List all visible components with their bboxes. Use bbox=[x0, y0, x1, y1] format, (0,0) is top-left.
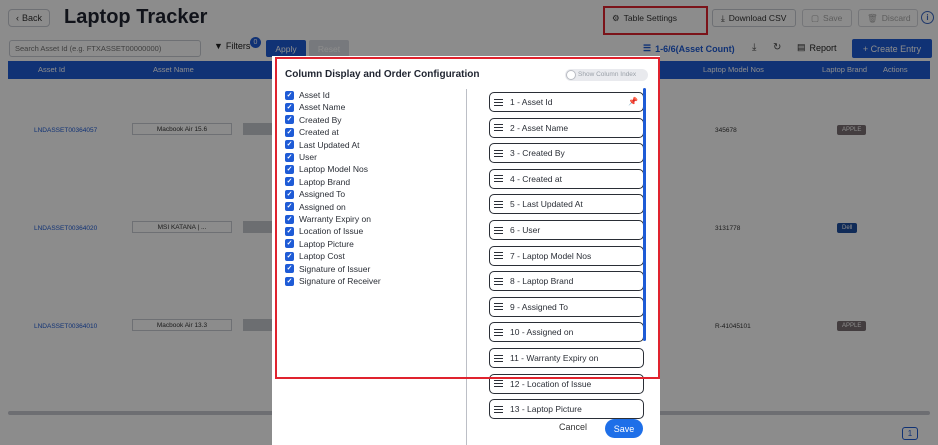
column-order-label: 12 - Location of Issue bbox=[510, 378, 592, 389]
column-order-item[interactable]: 8 - Laptop Brand bbox=[489, 271, 644, 292]
column-checkbox-item[interactable]: ✓ Signature of Receiver bbox=[285, 275, 381, 287]
column-checkbox-item[interactable]: ✓ User bbox=[285, 151, 317, 163]
column-order-item[interactable]: 13 - Laptop Picture bbox=[489, 399, 644, 420]
column-config-modal: Column Display and Order Configuration S… bbox=[272, 56, 660, 445]
column-checkbox-item[interactable]: ✓ Created By bbox=[285, 114, 342, 126]
column-order-label: 10 - Assigned on bbox=[510, 327, 574, 338]
column-checkbox-item[interactable]: ✓ Signature of Issuer bbox=[285, 263, 370, 275]
show-column-index-toggle[interactable]: Show Column Index bbox=[565, 69, 648, 81]
column-order-label: 8 - Laptop Brand bbox=[510, 276, 574, 287]
column-checkbox-label: Laptop Model Nos bbox=[299, 164, 368, 175]
column-checkbox-label: Last Updated At bbox=[299, 139, 360, 150]
modal-save-button[interactable]: Save bbox=[605, 419, 643, 438]
column-checkbox-item[interactable]: ✓ Location of Issue bbox=[285, 225, 363, 237]
column-order-label: 13 - Laptop Picture bbox=[510, 404, 582, 415]
column-checkbox-item[interactable]: ✓ Assigned on bbox=[285, 201, 346, 213]
column-checkbox-label: Assigned on bbox=[299, 201, 346, 212]
column-checkbox-label: Asset Name bbox=[299, 102, 346, 113]
column-order-item[interactable]: 11 - Warranty Expiry on bbox=[489, 348, 644, 368]
toggle-label: Show Column Index bbox=[578, 71, 637, 78]
drag-handle-icon[interactable] bbox=[494, 277, 503, 285]
drag-handle-icon[interactable] bbox=[494, 303, 503, 311]
column-order-item[interactable]: 9 - Assigned To bbox=[489, 296, 644, 317]
column-order-label: 7 - Laptop Model Nos bbox=[510, 250, 592, 261]
column-order-item[interactable]: 5 - Last Updated At bbox=[489, 194, 644, 215]
column-checkbox-label: Assigned To bbox=[299, 189, 346, 200]
column-order-item[interactable]: 4 - Created at bbox=[489, 168, 644, 189]
checkbox-checked-icon[interactable]: ✓ bbox=[285, 127, 294, 137]
drag-handle-icon[interactable] bbox=[494, 124, 503, 132]
toggle-knob bbox=[566, 70, 576, 80]
checkbox-checked-icon[interactable]: ✓ bbox=[285, 239, 294, 249]
column-checkbox-label: User bbox=[299, 152, 317, 162]
drag-handle-icon[interactable] bbox=[494, 149, 503, 157]
column-checkbox-label: Laptop Cost bbox=[299, 251, 345, 262]
column-checkbox-item[interactable]: ✓ Laptop Picture bbox=[285, 238, 354, 250]
checkbox-checked-icon[interactable]: ✓ bbox=[285, 189, 294, 199]
checkbox-checked-icon[interactable]: ✓ bbox=[285, 102, 294, 112]
checkbox-checked-icon[interactable]: ✓ bbox=[285, 164, 294, 174]
column-order-item[interactable]: 10 - Assigned on bbox=[489, 322, 644, 343]
column-checkbox-item[interactable]: ✓ Warranty Expiry on bbox=[285, 213, 371, 225]
checkbox-checked-icon[interactable]: ✓ bbox=[285, 264, 294, 274]
column-order-label: 11 - Warranty Expiry on bbox=[510, 353, 599, 363]
column-checkbox-item[interactable]: ✓ Laptop Cost bbox=[285, 250, 345, 262]
column-checkbox-label: Laptop Brand bbox=[299, 176, 351, 187]
column-checkbox-label: Signature of Issuer bbox=[299, 263, 371, 274]
drag-handle-icon[interactable] bbox=[494, 200, 503, 208]
column-order-label: 3 - Created By bbox=[510, 148, 565, 159]
drag-handle-icon[interactable] bbox=[494, 354, 503, 362]
drag-handle-icon[interactable] bbox=[494, 252, 503, 260]
column-order-label: 6 - User bbox=[510, 225, 541, 235]
column-checkbox-label: Laptop Picture bbox=[299, 238, 354, 249]
drag-handle-icon[interactable] bbox=[494, 328, 503, 336]
column-checkbox-label: Created By bbox=[299, 114, 342, 125]
checkbox-checked-icon[interactable]: ✓ bbox=[285, 177, 294, 187]
pin-icon[interactable]: 📌 bbox=[628, 97, 638, 106]
column-checkbox-item[interactable]: ✓ Assigned To bbox=[285, 188, 345, 200]
checkbox-checked-icon[interactable]: ✓ bbox=[285, 214, 294, 224]
drag-handle-icon[interactable] bbox=[494, 380, 503, 388]
column-checkbox-item[interactable]: ✓ Created at bbox=[285, 126, 339, 138]
modal-title: Column Display and Order Configuration bbox=[285, 69, 480, 80]
column-checkbox-item[interactable]: ✓ Laptop Brand bbox=[285, 176, 350, 188]
column-order-item[interactable]: 3 - Created By bbox=[489, 143, 644, 164]
checkbox-checked-icon[interactable]: ✓ bbox=[285, 115, 294, 125]
column-order-item[interactable]: 2 - Asset Name bbox=[489, 117, 644, 138]
column-order-item[interactable]: 6 - User bbox=[489, 220, 644, 240]
column-checkbox-label: Created at bbox=[299, 127, 339, 138]
checkbox-checked-icon[interactable]: ✓ bbox=[285, 251, 294, 261]
column-order-label: 5 - Last Updated At bbox=[510, 199, 583, 210]
column-order-label: 4 - Created at bbox=[510, 173, 562, 184]
checkbox-checked-icon[interactable]: ✓ bbox=[285, 202, 294, 212]
drag-handle-icon[interactable] bbox=[494, 175, 503, 183]
divider bbox=[466, 89, 467, 445]
column-order-item[interactable]: 7 - Laptop Model Nos bbox=[489, 245, 644, 266]
drag-handle-icon[interactable] bbox=[494, 226, 503, 234]
column-order-item[interactable]: 12 - Location of Issue bbox=[489, 373, 644, 394]
column-checkbox-label: Location of Issue bbox=[299, 226, 364, 237]
column-checkbox-item[interactable]: ✓ Last Updated At bbox=[285, 139, 360, 151]
cancel-button[interactable]: Cancel bbox=[559, 422, 587, 432]
column-checkbox-item[interactable]: ✓ Asset Id bbox=[285, 89, 330, 101]
checkbox-checked-icon[interactable]: ✓ bbox=[285, 276, 294, 286]
drag-handle-icon[interactable] bbox=[494, 98, 503, 106]
order-list-scrollbar[interactable] bbox=[643, 88, 646, 341]
checkbox-checked-icon[interactable]: ✓ bbox=[285, 152, 294, 162]
column-order-label: 1 - Asset Id bbox=[510, 97, 553, 107]
column-checkbox-label: Signature of Receiver bbox=[299, 276, 381, 286]
checkbox-checked-icon[interactable]: ✓ bbox=[285, 226, 294, 236]
column-order-label: 2 - Asset Name bbox=[510, 122, 569, 133]
column-order-label: 9 - Assigned To bbox=[510, 301, 568, 312]
checkbox-checked-icon[interactable]: ✓ bbox=[285, 90, 294, 100]
column-checkbox-label: Asset Id bbox=[299, 90, 330, 100]
column-checkbox-label: Warranty Expiry on bbox=[299, 214, 371, 224]
column-order-item[interactable]: 1 - Asset Id 📌 bbox=[489, 92, 644, 112]
drag-handle-icon[interactable] bbox=[494, 405, 503, 413]
column-checkbox-item[interactable]: ✓ Laptop Model Nos bbox=[285, 163, 368, 175]
column-checkbox-item[interactable]: ✓ Asset Name bbox=[285, 101, 345, 113]
checkbox-checked-icon[interactable]: ✓ bbox=[285, 140, 294, 150]
